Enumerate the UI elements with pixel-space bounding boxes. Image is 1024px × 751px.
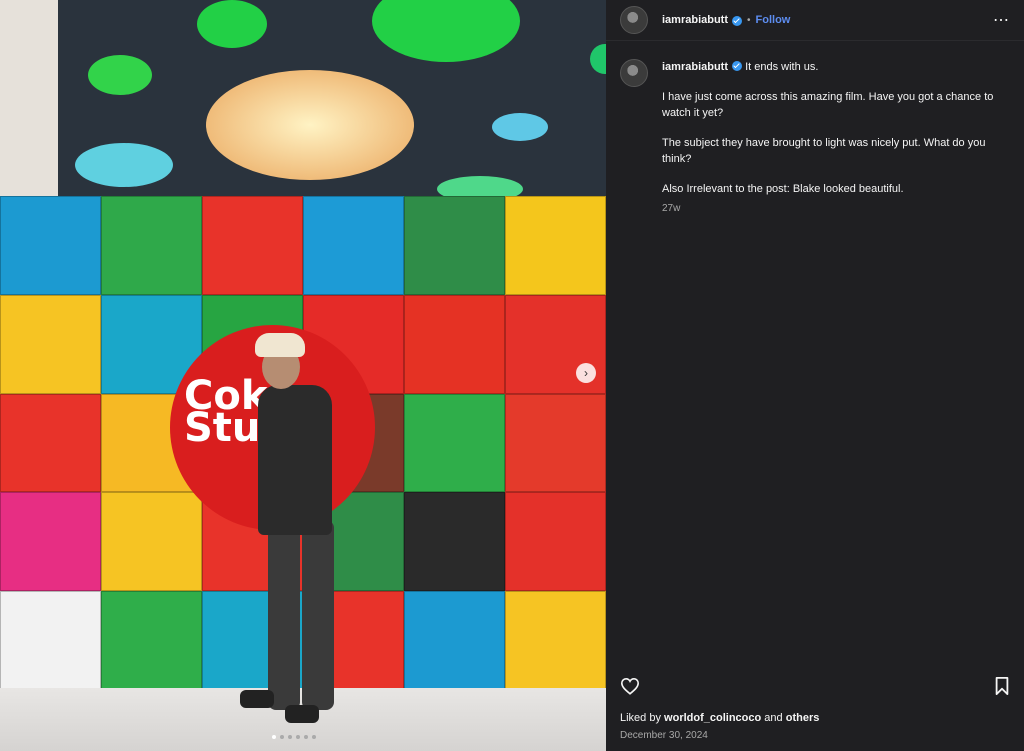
avatar[interactable] — [620, 6, 648, 34]
tile — [505, 393, 606, 493]
save-bookmark-icon[interactable] — [994, 676, 1010, 700]
carousel-dot — [304, 735, 308, 739]
tile — [505, 196, 606, 295]
avatar[interactable] — [620, 59, 648, 87]
person-leg — [268, 520, 300, 710]
caption-title: It ends with us. — [745, 61, 819, 73]
caption-line: I have just come across this amazing fil… — [662, 91, 994, 119]
tile — [101, 196, 202, 295]
likes-line: Liked by worldof_colincoco and others — [620, 712, 819, 724]
liked-others[interactable]: others — [786, 712, 820, 724]
person-hat — [255, 333, 305, 357]
post-side-panel: iamrabiabutt • Follow ⋯ iamrabiabutt It … — [606, 0, 1024, 751]
tile — [0, 294, 101, 394]
tile — [404, 294, 505, 394]
caption-first-line: iamrabiabutt It ends with us. — [662, 59, 1002, 75]
carousel-next-button[interactable]: › — [576, 363, 596, 383]
follow-button[interactable]: Follow — [756, 14, 791, 26]
tile — [101, 591, 202, 690]
pillar — [0, 0, 58, 210]
post-date: December 30, 2024 — [620, 730, 708, 741]
post-modal: Coke Studio › iamrabiabutt • Follow ⋯ ia… — [0, 0, 1024, 751]
verified-badge-icon — [732, 16, 743, 26]
caption-timestamp: 27w — [662, 203, 681, 214]
ceiling-light — [492, 113, 548, 141]
caption-body: iamrabiabutt It ends with us. I have jus… — [662, 59, 1002, 217]
ceiling-light — [88, 55, 152, 95]
tile — [101, 492, 202, 592]
ceiling-light — [206, 70, 414, 180]
ceiling-light — [75, 143, 173, 187]
tile — [0, 196, 101, 295]
action-bar — [620, 676, 1010, 700]
like-heart-icon[interactable] — [620, 677, 640, 700]
tile — [404, 591, 505, 690]
more-options-icon[interactable]: ⋯ — [993, 10, 1010, 30]
tile — [404, 393, 505, 493]
carousel-dot — [312, 735, 316, 739]
post-media[interactable]: Coke Studio › — [0, 0, 606, 751]
carousel-indicator — [272, 735, 316, 739]
person-body — [258, 385, 332, 535]
tile — [202, 196, 303, 295]
carousel-dot — [272, 735, 276, 739]
carousel-dot — [288, 735, 292, 739]
tile — [505, 591, 606, 690]
tile — [505, 492, 606, 592]
carousel-dot — [280, 735, 284, 739]
liked-by-prefix: Liked by — [620, 712, 661, 724]
username[interactable]: iamrabiabutt — [662, 14, 728, 26]
carousel-dot — [296, 735, 300, 739]
caption-line: Also Irrelevant to the post: Blake looke… — [662, 183, 904, 195]
separator-dot: • — [747, 14, 751, 26]
tile — [404, 196, 505, 295]
ceiling-light — [197, 0, 267, 48]
caption-line: The subject they have brought to light w… — [662, 137, 986, 165]
post-header: iamrabiabutt • Follow ⋯ — [606, 0, 1024, 41]
person-shoe — [285, 705, 319, 723]
person-leg — [302, 520, 334, 710]
liked-and: and — [764, 712, 783, 724]
tile — [0, 492, 101, 592]
verified-badge-icon — [732, 61, 743, 71]
person-shoe — [240, 690, 274, 708]
caption: iamrabiabutt It ends with us. I have jus… — [606, 41, 1024, 217]
liked-by-user[interactable]: worldof_colincoco — [664, 712, 761, 724]
tile — [404, 492, 505, 592]
tile — [303, 196, 404, 295]
caption-username[interactable]: iamrabiabutt — [662, 61, 728, 73]
tile — [0, 393, 101, 493]
tile — [0, 591, 101, 690]
